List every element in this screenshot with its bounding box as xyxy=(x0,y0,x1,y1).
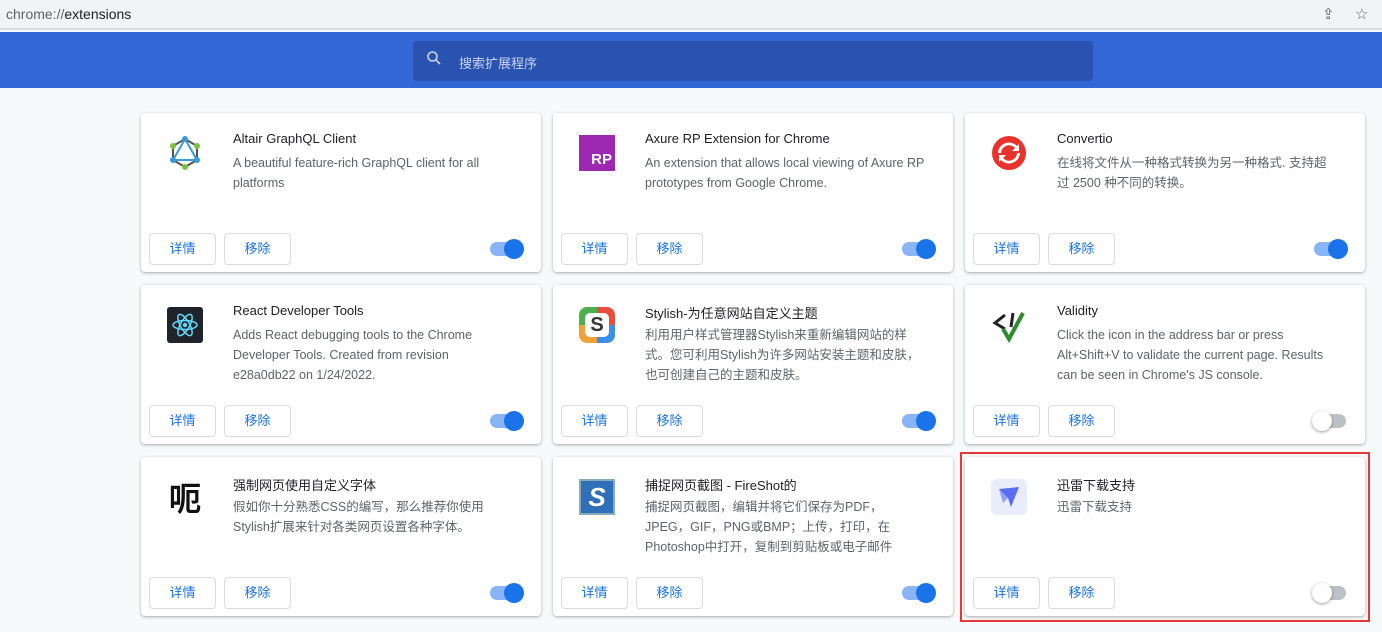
toggle-knob xyxy=(1312,411,1332,431)
remove-button[interactable]: 移除 xyxy=(1048,577,1115,609)
details-button[interactable]: 详情 xyxy=(561,233,628,265)
remove-button[interactable]: 移除 xyxy=(224,233,291,265)
extension-card: 迅雷下载支持 迅雷下载支持 详情 移除 xyxy=(965,457,1365,616)
search-placeholder: 搜索扩展程序 xyxy=(459,56,538,71)
toggle-knob xyxy=(504,239,524,259)
search-icon xyxy=(427,51,441,65)
validity-icon xyxy=(989,305,1029,345)
remove-button[interactable]: 移除 xyxy=(1048,233,1115,265)
remove-button[interactable]: 移除 xyxy=(636,577,703,609)
extension-name: 迅雷下载支持 xyxy=(1057,478,1136,493)
details-button[interactable]: 详情 xyxy=(973,577,1040,609)
extension-description: 利用用户样式管理器Stylish来重新编辑网站的样式。您可利用Stylish为许… xyxy=(645,328,920,382)
extension-card: S Stylish-为任意网站自定义主题 利用用户样式管理器Stylish来重新… xyxy=(553,285,953,444)
react-icon xyxy=(165,305,205,345)
remove-button[interactable]: 移除 xyxy=(1048,405,1115,437)
toggle-knob xyxy=(1328,239,1348,259)
toggle-knob xyxy=(916,583,936,603)
share-icon[interactable]: ⇪ xyxy=(1322,5,1335,23)
remove-button[interactable]: 移除 xyxy=(224,577,291,609)
extension-description: 假如你十分熟悉CSS的编写，那么推荐你使用Stylish扩展来针对各类网页设置各… xyxy=(233,500,484,534)
toggle-knob xyxy=(504,411,524,431)
remove-button[interactable]: 移除 xyxy=(224,405,291,437)
extension-description: Click the icon in the address bar or pre… xyxy=(1057,328,1324,382)
details-button[interactable]: 详情 xyxy=(561,577,628,609)
enable-toggle[interactable] xyxy=(902,583,936,603)
graphql-icon xyxy=(165,133,205,173)
enable-toggle[interactable] xyxy=(902,411,936,431)
details-button[interactable]: 详情 xyxy=(149,577,216,609)
extension-description: 捕捉网页截图，编辑并将它们保存为PDF，JPEG，GIF，PNG或BMP；上传，… xyxy=(645,500,893,554)
enable-toggle[interactable] xyxy=(490,583,524,603)
details-button[interactable]: 详情 xyxy=(973,233,1040,265)
extension-name: Convertio xyxy=(1057,131,1113,146)
details-button[interactable]: 详情 xyxy=(561,405,628,437)
fireshot-icon: S xyxy=(577,477,617,517)
extension-card: RP Axure RP Extension for Chrome An exte… xyxy=(553,113,953,272)
remove-button[interactable]: 移除 xyxy=(636,405,703,437)
extension-card: Altair GraphQL Client A beautiful featur… xyxy=(141,113,541,272)
extension-name: Stylish-为任意网站自定义主题 xyxy=(645,306,818,321)
extension-description: An extension that allows local viewing o… xyxy=(645,156,925,190)
font-icon: 呃 xyxy=(168,480,201,518)
extension-name: Validity xyxy=(1057,303,1098,318)
enable-toggle[interactable] xyxy=(490,411,524,431)
extension-description: 在线将文件从一种格式转换为另一种格式. 支持超过 2500 种不同的转换。 xyxy=(1057,156,1327,190)
toggle-knob xyxy=(1312,583,1332,603)
extension-name: Axure RP Extension for Chrome xyxy=(645,131,830,146)
extensions-header: 搜索扩展程序 xyxy=(0,32,1382,88)
address-bar[interactable]: chrome://extensions ⇪ ☆ xyxy=(0,0,1382,30)
details-button[interactable]: 详情 xyxy=(149,405,216,437)
convertio-icon xyxy=(989,133,1029,173)
extension-description: A beautiful feature-rich GraphQL client … xyxy=(233,156,480,190)
extension-name: 捕捉网页截图 - FireShot的 xyxy=(645,478,797,493)
extension-description: Adds React debugging tools to the Chrome… xyxy=(233,328,473,382)
toggle-knob xyxy=(916,239,936,259)
details-button[interactable]: 详情 xyxy=(973,405,1040,437)
enable-toggle[interactable] xyxy=(1314,239,1348,259)
extension-name: Altair GraphQL Client xyxy=(233,131,357,146)
extension-name: React Developer Tools xyxy=(233,303,364,318)
enable-toggle[interactable] xyxy=(902,239,936,259)
extension-description: 迅雷下载支持 xyxy=(1057,500,1133,514)
toggle-knob xyxy=(504,583,524,603)
search-input[interactable]: 搜索扩展程序 xyxy=(413,41,1093,81)
extension-card: 呃 强制网页使用自定义字体 假如你十分熟悉CSS的编写，那么推荐你使用Styli… xyxy=(141,457,541,616)
stylish-icon: S xyxy=(577,305,617,345)
toggle-knob xyxy=(916,411,936,431)
extension-card: Validity Click the icon in the address b… xyxy=(965,285,1365,444)
extension-card: Convertio 在线将文件从一种格式转换为另一种格式. 支持超过 2500 … xyxy=(965,113,1365,272)
axure-rp-icon: RP xyxy=(577,133,617,173)
bookmark-star-icon[interactable]: ☆ xyxy=(1355,5,1368,23)
details-button[interactable]: 详情 xyxy=(149,233,216,265)
enable-toggle[interactable] xyxy=(490,239,524,259)
extension-card: React Developer Tools Adds React debuggi… xyxy=(141,285,541,444)
enable-toggle[interactable] xyxy=(1312,411,1346,431)
enable-toggle[interactable] xyxy=(1312,583,1346,603)
extension-card: S 捕捉网页截图 - FireShot的 捕捉网页截图，编辑并将它们保存为PDF… xyxy=(553,457,953,616)
url-text[interactable]: chrome://extensions xyxy=(6,6,131,22)
extension-name: 强制网页使用自定义字体 xyxy=(233,478,377,493)
thunder-icon xyxy=(989,477,1029,517)
remove-button[interactable]: 移除 xyxy=(636,233,703,265)
